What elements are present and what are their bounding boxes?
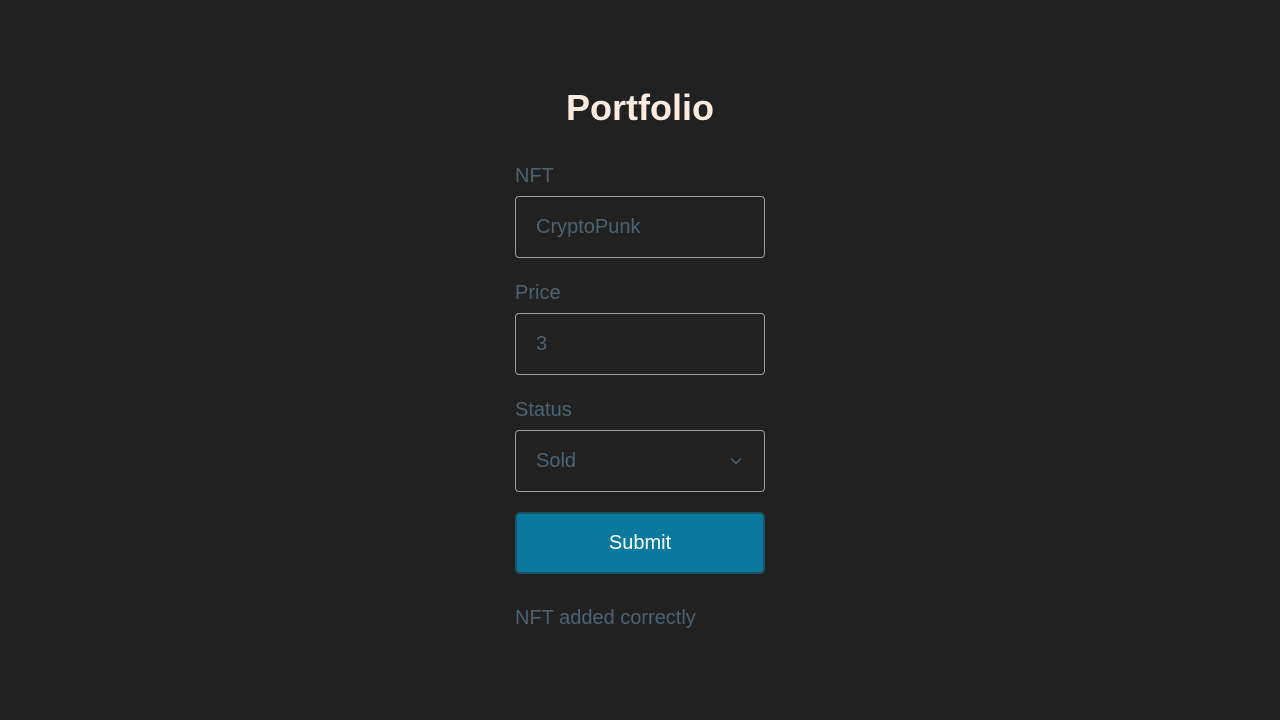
- status-field-group: Status Sold: [515, 398, 765, 492]
- status-selected-value: Sold: [536, 449, 577, 472]
- price-label: Price: [515, 282, 561, 304]
- status-select[interactable]: Sold: [515, 430, 765, 492]
- chevron-down-icon: [728, 453, 744, 469]
- page-title: Portfolio: [566, 87, 714, 129]
- portfolio-page: Portfolio NFT Price Status Sold Submit N…: [0, 0, 1280, 720]
- price-field-group: Price: [515, 281, 765, 375]
- nft-form: NFT Price Status Sold Submit NFT added c…: [515, 164, 765, 630]
- status-label: Status: [515, 399, 572, 421]
- status-message: NFT added correctly: [515, 607, 696, 629]
- nft-input[interactable]: [515, 196, 765, 258]
- nft-label: NFT: [515, 165, 554, 187]
- submit-button[interactable]: Submit: [515, 512, 765, 574]
- price-input[interactable]: [515, 313, 765, 375]
- nft-field-group: NFT: [515, 164, 765, 258]
